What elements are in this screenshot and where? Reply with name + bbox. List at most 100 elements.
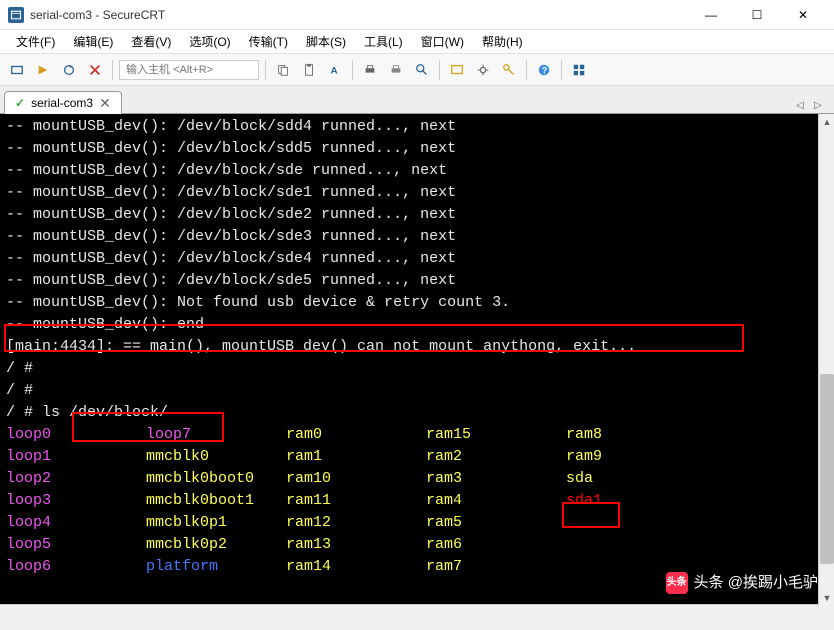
terminal-line: -- mountUSB_dev(): /dev/block/sde5 runne…: [6, 270, 828, 292]
terminal-line: / #: [6, 358, 828, 380]
menu-view[interactable]: 查看(V): [123, 31, 179, 52]
ls-entry: ram9: [566, 446, 706, 468]
watermark: 头条 头条 @挨踢小毛驴: [666, 572, 818, 594]
ls-entry: ram1: [286, 446, 426, 468]
ls-entry: mmcblk0boot0: [146, 468, 286, 490]
menu-transfer[interactable]: 传输(T): [241, 31, 296, 52]
quick-connect-icon[interactable]: [32, 59, 54, 81]
tab-close-icon[interactable]: ✕: [99, 96, 111, 110]
menu-window[interactable]: 窗口(W): [413, 31, 472, 52]
session-icon[interactable]: [446, 59, 468, 81]
terminal[interactable]: -- mountUSB_dev(): /dev/block/sdd4 runne…: [0, 114, 834, 604]
menu-edit[interactable]: 编辑(E): [65, 31, 121, 52]
settings-icon[interactable]: [472, 59, 494, 81]
ls-entry: ram4: [426, 490, 566, 512]
tab-scroll-right-icon[interactable]: ▷: [810, 97, 826, 113]
ls-row: loop1mmcblk0ram1ram2ram9: [6, 446, 828, 468]
scroll-up-icon[interactable]: ▲: [819, 114, 834, 130]
toolbar-separator: [352, 60, 353, 80]
ls-entry: ram13: [286, 534, 426, 556]
ls-entry: ram0: [286, 424, 426, 446]
svg-text:A: A: [331, 65, 338, 76]
tile-icon[interactable]: [568, 59, 590, 81]
print-icon2[interactable]: [385, 59, 407, 81]
ls-entry: ram8: [566, 424, 706, 446]
ls-entry: ram7: [426, 556, 566, 578]
ls-entry: ram11: [286, 490, 426, 512]
ls-entry: loop2: [6, 468, 146, 490]
ls-entry: mmcblk0p2: [146, 534, 286, 556]
menubar: 文件(F) 编辑(E) 查看(V) 选项(O) 传输(T) 脚本(S) 工具(L…: [0, 30, 834, 54]
reconnect-icon[interactable]: [58, 59, 80, 81]
copy-icon[interactable]: [272, 59, 294, 81]
ls-entry: ram6: [426, 534, 566, 556]
toolbar-separator: [526, 60, 527, 80]
ls-entry: loop3: [6, 490, 146, 512]
ls-row: loop5mmcblk0p2ram13ram6: [6, 534, 828, 556]
ls-entry: loop1: [6, 446, 146, 468]
ls-row: loop0loop7ram0ram15ram8: [6, 424, 828, 446]
terminal-line: -- mountUSB_dev(): /dev/block/sdd4 runne…: [6, 116, 828, 138]
close-button[interactable]: ✕: [780, 0, 826, 30]
ls-entry: mmcblk0p1: [146, 512, 286, 534]
menu-options[interactable]: 选项(O): [181, 31, 238, 52]
check-icon: ✓: [15, 96, 25, 110]
tabbar: ✓ serial-com3 ✕ ◁ ▷: [0, 86, 834, 114]
window-title: serial-com3 - SecureCRT: [30, 8, 165, 22]
ls-entry: ram14: [286, 556, 426, 578]
terminal-line: -- mountUSB_dev(): /dev/block/sde1 runne…: [6, 182, 828, 204]
terminal-line: -- mountUSB_dev(): /dev/block/sde runned…: [6, 160, 828, 182]
ls-row: loop2mmcblk0boot0ram10ram3sda: [6, 468, 828, 490]
key-icon[interactable]: [498, 59, 520, 81]
ls-entry: platform: [146, 556, 286, 578]
maximize-button[interactable]: ☐: [734, 0, 780, 30]
tab-scroll-arrows: ◁ ▷: [792, 97, 826, 113]
toolbar-separator: [561, 60, 562, 80]
app-icon: [8, 7, 24, 23]
tab-serial-com3[interactable]: ✓ serial-com3 ✕: [4, 91, 122, 114]
ls-entry: [566, 512, 706, 534]
ls-entry: loop5: [6, 534, 146, 556]
paste-icon[interactable]: [298, 59, 320, 81]
minimize-button[interactable]: —: [688, 0, 734, 30]
ls-entry: loop0: [6, 424, 146, 446]
ls-entry: ram5: [426, 512, 566, 534]
terminal-line: / #: [6, 380, 828, 402]
menu-script[interactable]: 脚本(S): [298, 31, 354, 52]
disconnect-icon[interactable]: [84, 59, 106, 81]
ls-entry: [566, 534, 706, 556]
host-input[interactable]: [119, 60, 259, 80]
ls-entry: loop4: [6, 512, 146, 534]
watermark-icon: 头条: [666, 572, 688, 594]
scroll-down-icon[interactable]: ▼: [819, 590, 834, 606]
toolbar-separator: [439, 60, 440, 80]
titlebar-left: serial-com3 - SecureCRT: [8, 7, 165, 23]
print-icon[interactable]: [359, 59, 381, 81]
ls-entry: ram2: [426, 446, 566, 468]
find-icon[interactable]: [411, 59, 433, 81]
svg-text:?: ?: [542, 65, 547, 75]
ls-row: loop4mmcblk0p1ram12ram5: [6, 512, 828, 534]
toolbar-separator: [265, 60, 266, 80]
tab-scroll-left-icon[interactable]: ◁: [792, 97, 808, 113]
terminal-line: -- mountUSB_dev(): /dev/block/sde3 runne…: [6, 226, 828, 248]
ls-entry: ram15: [426, 424, 566, 446]
toolbar-separator: [112, 60, 113, 80]
window-controls: — ☐ ✕: [688, 0, 826, 30]
menu-help[interactable]: 帮助(H): [474, 31, 531, 52]
font-icon[interactable]: A: [324, 59, 346, 81]
tab-label: serial-com3: [31, 96, 93, 110]
menu-tools[interactable]: 工具(L): [356, 31, 411, 52]
terminal-line: -- mountUSB_dev(): /dev/block/sde4 runne…: [6, 248, 828, 270]
help-icon[interactable]: ?: [533, 59, 555, 81]
terminal-line: [main:4434]: == main(), mountUSB_dev() c…: [6, 336, 828, 358]
terminal-line: / # ls /dev/block/: [6, 402, 828, 424]
titlebar: serial-com3 - SecureCRT — ☐ ✕: [0, 0, 834, 30]
ls-entry: sda: [566, 468, 706, 490]
ls-entry: loop7: [146, 424, 286, 446]
connect-icon[interactable]: [6, 59, 28, 81]
scroll-thumb[interactable]: [820, 374, 834, 564]
scrollbar-vertical[interactable]: ▲ ▼: [818, 114, 834, 606]
ls-entry: ram3: [426, 468, 566, 490]
menu-file[interactable]: 文件(F): [8, 31, 63, 52]
